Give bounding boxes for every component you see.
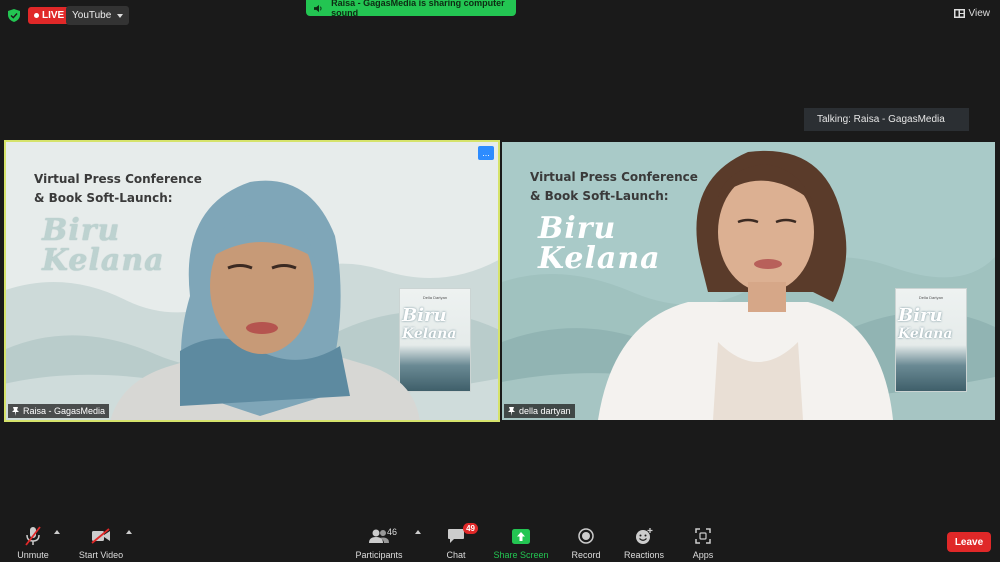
stream-target-label: YouTube [72, 10, 112, 21]
participant-nameplate: Raisa - GagasMedia [8, 404, 110, 418]
record-icon [578, 528, 594, 544]
chat-icon [448, 529, 464, 543]
sharing-sound-banner: Raisa - GagasMedia is sharing computer s… [306, 0, 516, 18]
participant-video-raisa [110, 180, 420, 420]
view-button[interactable]: View [953, 8, 991, 19]
video-options-caret-icon[interactable] [126, 530, 132, 534]
audio-options-caret-icon[interactable] [54, 530, 60, 534]
unmute-button[interactable]: Unmute [0, 520, 68, 562]
reactions-icon [636, 527, 653, 544]
apps-icon [695, 528, 711, 544]
pin-icon [12, 406, 19, 416]
meeting-toolbar: Unmute Start Video 46 Participants 49 Ch… [0, 520, 1000, 562]
participants-icon [369, 529, 389, 543]
share-screen-icon [512, 528, 530, 544]
book-cover-title-line2: Kelana [898, 326, 953, 342]
pin-icon [508, 406, 515, 416]
book-cover-title-line1: Biru [898, 305, 943, 326]
chat-unread-badge: 49 [463, 523, 478, 534]
mic-muted-icon [25, 526, 41, 546]
participants-label: Participants [355, 550, 403, 560]
live-badge[interactable]: LIVE [28, 7, 72, 24]
participant-nameplate: della dartyan [504, 404, 575, 418]
sharing-sound-text: Raisa - GagasMedia is sharing computer s… [331, 0, 505, 18]
top-bar: LIVE YouTube Raisa - GagasMedia is shari… [0, 0, 1000, 30]
unmute-label: Unmute [17, 550, 49, 560]
record-label: Record [571, 550, 601, 560]
share-screen-label: Share Screen [493, 550, 549, 560]
chevron-down-icon [117, 13, 124, 18]
chat-label: Chat [446, 550, 466, 560]
participant-name: Raisa - GagasMedia [23, 406, 106, 416]
speaker-icon [314, 4, 322, 12]
apps-label: Apps [692, 550, 714, 560]
book-cover-author: Della Dartyan [918, 295, 944, 300]
chat-button[interactable]: 49 Chat [421, 520, 491, 562]
apps-button[interactable]: Apps [668, 520, 738, 562]
book-cover: Della Dartyan Biru Kelana [895, 288, 967, 392]
participant-name: della dartyan [519, 406, 571, 416]
view-icon [953, 9, 965, 18]
participant-video-della [598, 150, 893, 420]
start-video-button[interactable]: Start Video [66, 520, 136, 562]
view-label: View [968, 8, 991, 19]
video-tile-raisa[interactable]: Virtual Press Conference & Book Soft-Lau… [4, 140, 500, 422]
video-tile-della[interactable]: Virtual Press Conference & Book Soft-Lau… [502, 142, 995, 420]
stream-target-dropdown[interactable]: YouTube [66, 6, 130, 25]
shield-icon[interactable] [8, 9, 20, 22]
leave-button[interactable]: Leave [947, 532, 991, 552]
video-off-icon [91, 528, 110, 544]
talking-indicator: Talking: Raisa - GagasMedia [804, 108, 969, 131]
live-dot-icon [34, 13, 39, 18]
start-video-label: Start Video [78, 550, 124, 560]
participants-count: 46 [387, 527, 398, 537]
reactions-label: Reactions [623, 550, 665, 560]
share-screen-button[interactable]: Share Screen [486, 520, 556, 562]
more-options-button[interactable]: ... [478, 146, 494, 160]
live-label: LIVE [42, 10, 65, 21]
participants-button[interactable]: 46 Participants [344, 520, 414, 562]
